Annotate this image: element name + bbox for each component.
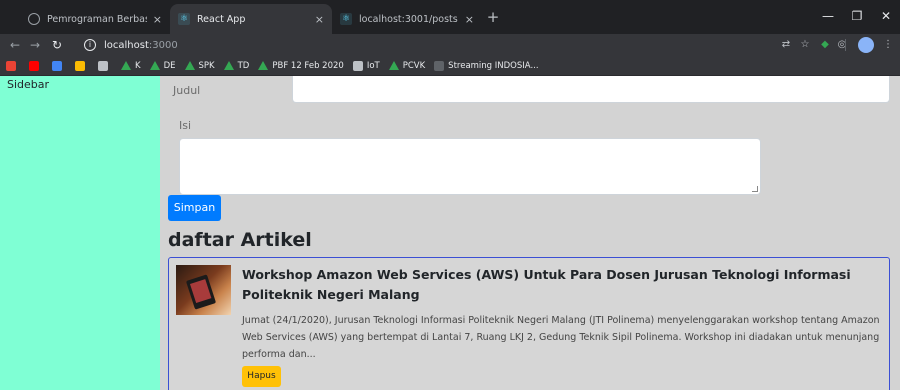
toolbar-divider [845,39,846,51]
close-icon[interactable]: × [315,13,324,26]
drive-icon [223,61,234,70]
minimize-icon[interactable]: — [816,6,840,26]
tab-title: Pemrograman Berbasis Framewo [47,13,147,25]
bookmark-de[interactable]: DE [149,60,176,71]
resize-handle-icon[interactable] [752,186,758,192]
apps-icon [352,60,363,71]
translate-icon[interactable]: ⇄ [778,37,794,53]
judul-label: Judul [173,84,201,97]
bookmark-label: IoT [366,60,380,71]
bookmark-label: Streaming INDOSIA... [448,60,539,71]
article-title: Workshop Amazon Web Services (AWS) Untuk… [242,267,851,302]
address-port: :3000 [148,39,178,51]
close-icon[interactable]: × [465,13,474,26]
forward-icon[interactable]: → [26,36,44,54]
bookmark-label: PCVK [402,60,426,71]
react-icon: ⚛ [178,13,190,25]
drive-icon [258,61,269,70]
bookmark-pcvk[interactable]: PCVK [388,60,426,71]
browser-toolbar: ← → ↻ i localhost :3000 ⇄ ☆ ◆ ◎ ⋮ [0,34,900,56]
tab-localhost-posts[interactable]: ⚛ localhost:3001/posts × [332,4,482,34]
drive-icon [184,61,195,70]
bookmark-streaming[interactable]: Streaming INDOSIA... [434,60,539,71]
isi-textarea[interactable] [179,138,761,195]
simpan-button[interactable]: Simpan [168,195,221,221]
site-info-icon[interactable]: i [84,39,96,51]
close-icon[interactable]: × [153,13,162,26]
bookmark-k[interactable]: K [121,61,141,71]
bookmark-pbf[interactable]: PBF 12 Feb 2020 [258,60,344,71]
youtube-icon [29,60,39,71]
bookmark-spk[interactable]: SPK [184,60,215,71]
tab-strip: Pemrograman Berbasis Framewo × ⚛ React A… [0,0,900,34]
globe-icon [28,13,40,25]
extension-icon[interactable]: ◎ [834,37,850,53]
tab-title: React App [197,13,246,25]
menu-icon[interactable]: ⋮ [880,37,896,53]
bookmark-translate[interactable] [52,60,66,71]
bookmark-label: SPK [198,60,215,71]
apps-icon [98,60,108,71]
bookmark-td[interactable]: TD [223,60,250,71]
isi-label: Isi [179,119,192,132]
article-body: Jumat (24/1/2020), Jurusan Teknologi Inf… [242,315,880,360]
infinity-icon [75,60,85,71]
address-bar[interactable]: i localhost :3000 [84,36,774,54]
address-host: localhost [104,39,149,51]
bookmark-label: DE [163,60,176,71]
extension-icon[interactable]: ◆ [817,37,833,53]
profile-avatar[interactable] [858,37,874,53]
sidebar-label: Sidebar [7,78,50,91]
back-icon[interactable]: ← [6,36,24,54]
article-card: Workshop Amazon Web Services (AWS) Untuk… [168,257,890,390]
bookmarks-bar: K DE SPK TD PBF 12 Feb 2020 IoT PCVK Str… [0,56,900,76]
gmail-icon [6,60,16,71]
react-icon: ⚛ [340,13,352,25]
bookmark-iot[interactable]: IoT [352,60,380,71]
bookmark-youtube[interactable] [29,60,43,71]
window-close-icon[interactable]: ✕ [874,6,898,26]
sidebar: Sidebar [0,76,160,390]
page-content: Sidebar Judul Isi Simpan daftar Artikel … [0,76,900,390]
bookmark-label: PBF 12 Feb 2020 [272,60,344,71]
star-icon[interactable]: ☆ [797,37,813,53]
bookmark-label: K [135,60,141,71]
bookmark-apps[interactable] [98,60,112,71]
article-thumbnail [176,265,231,315]
section-title: daftar Artikel [168,229,312,251]
reload-icon[interactable]: ↻ [48,36,66,54]
tab-react-app[interactable]: ⚛ React App × [170,4,332,34]
hapus-button[interactable]: Hapus [242,366,281,387]
new-tab-button[interactable]: + [484,8,502,26]
tab-title: localhost:3001/posts [359,13,458,25]
maximize-icon[interactable]: ❐ [845,6,869,26]
translate-icon [52,60,62,71]
drive-icon [388,61,399,70]
drive-icon [149,61,160,70]
bookmark-label: TD [237,60,250,71]
bookmark-infinity[interactable] [75,60,89,71]
drive-icon [121,61,131,70]
tab-pemrograman[interactable]: Pemrograman Berbasis Framewo × [20,4,170,34]
judul-input[interactable] [292,76,890,103]
bookmark-gmail[interactable] [6,60,20,71]
film-icon [434,60,445,71]
